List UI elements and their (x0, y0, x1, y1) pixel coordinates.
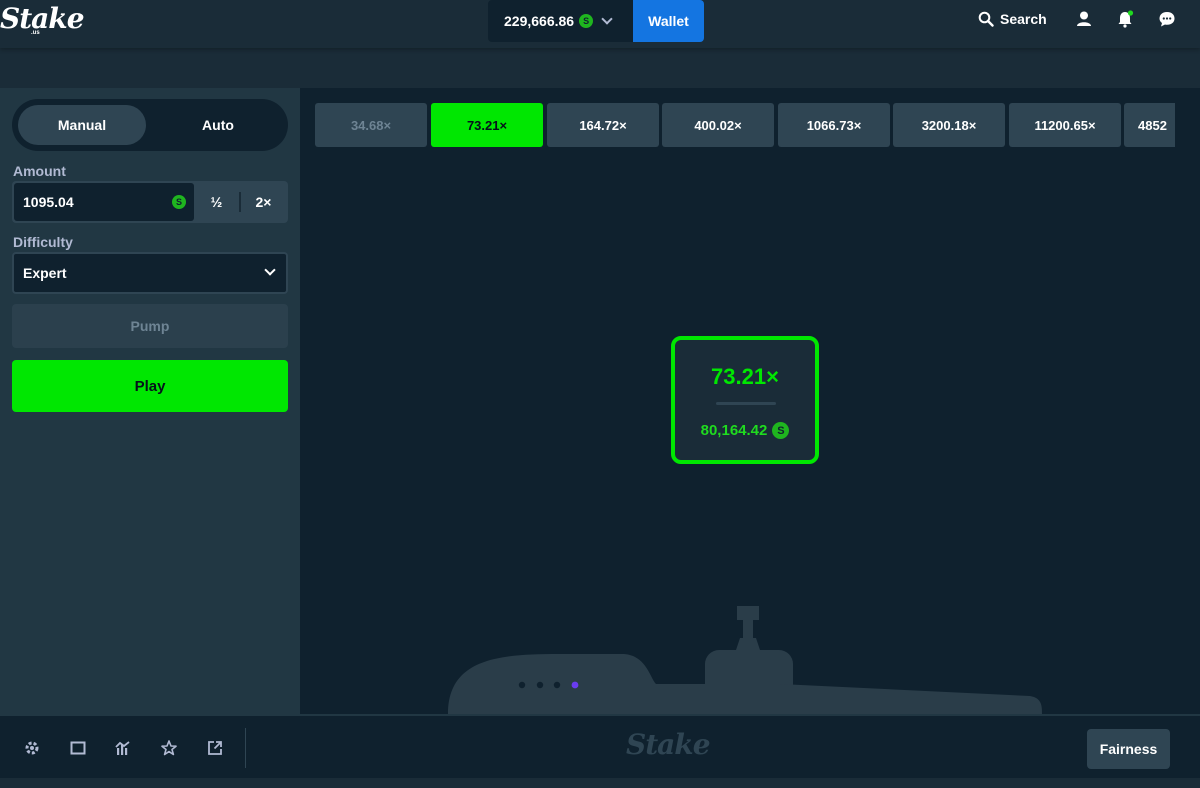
fairness-button[interactable]: Fairness (1087, 729, 1170, 769)
search-icon (978, 11, 994, 27)
amount-label: Amount (13, 163, 66, 179)
chevron-down-icon (264, 264, 276, 276)
notification-bell-icon[interactable] (1115, 9, 1135, 29)
win-result-card: 73.21× 80,164.42 S (671, 336, 819, 464)
difficulty-select[interactable]: Expert (12, 252, 288, 294)
multiplier-tile: 11200.65× (1009, 103, 1121, 147)
bet-amount-value: 1095.04 (23, 194, 74, 210)
popout-icon[interactable] (206, 739, 224, 757)
win-payout: 80,164.42 S (675, 422, 815, 439)
search-label: Search (1000, 11, 1047, 27)
multiplier-tile: 1066.73× (778, 103, 890, 147)
tab-auto[interactable]: Auto (154, 105, 282, 145)
submarine-graphic (448, 606, 1042, 714)
live-stats-icon[interactable] (114, 739, 132, 757)
difficulty-value: Expert (23, 265, 67, 281)
bet-control-panel: Manual Auto Amount 1095.04 S ½ 2× Diffic… (0, 88, 300, 714)
sweeps-coin-icon: S (579, 14, 594, 28)
double-amount-button[interactable]: 2× (241, 181, 286, 223)
result-divider (716, 402, 776, 405)
theatre-mode-icon[interactable] (69, 739, 87, 757)
page-dot (536, 681, 544, 689)
multiplier-tile: 3200.18× (893, 103, 1005, 147)
win-multiplier: 73.21× (711, 364, 779, 389)
balance-amount: 229,666.86 (504, 13, 575, 29)
pump-button[interactable]: Pump (12, 304, 288, 348)
tab-manual[interactable]: Manual (18, 105, 146, 145)
wallet-button[interactable]: Wallet (633, 0, 704, 42)
stake-logo-region: .us (31, 30, 40, 36)
multiplier-strip: 34.68× 73.21× 164.72× 400.02× 1066.73× 3… (315, 103, 1175, 149)
page-dot (553, 681, 561, 689)
game-board: 34.68× 73.21× 164.72× 400.02× 1066.73× 3… (300, 88, 1200, 714)
half-amount-button[interactable]: ½ (194, 181, 239, 223)
amount-field-group: 1095.04 S ½ 2× (12, 181, 288, 223)
difficulty-label: Difficulty (13, 234, 73, 250)
footer-divider (245, 728, 246, 768)
top-navigation-bar: Stake .us 229,666.86 S Wallet Search (0, 0, 1200, 48)
chevron-down-icon (601, 13, 613, 25)
favorite-star-icon[interactable] (160, 739, 178, 757)
bet-mode-toggle: Manual Auto (12, 99, 288, 151)
play-button[interactable]: Play (12, 360, 288, 412)
sweeps-coin-icon: S (772, 422, 790, 439)
user-icon[interactable] (1074, 9, 1094, 29)
multiplier-tile: 4852 (1124, 103, 1175, 147)
page-dot (518, 681, 526, 689)
win-payout-amount: 80,164.42 (700, 422, 768, 439)
multiplier-tile: 34.68× (315, 103, 427, 147)
settings-icon[interactable] (23, 739, 41, 757)
game-footer-bar: Stake Fairness (0, 714, 1200, 778)
multiplier-tile-current: 73.21× (431, 103, 543, 147)
bet-amount-input[interactable]: 1095.04 S (14, 183, 194, 221)
multiplier-tile: 164.72× (547, 103, 659, 147)
stake-logo[interactable]: Stake (0, 2, 85, 35)
multiplier-tile: 400.02× (662, 103, 774, 147)
search-button[interactable]: Search (978, 9, 1047, 29)
balance-selector[interactable]: 229,666.86 S (488, 0, 634, 42)
chat-icon[interactable] (1157, 9, 1177, 29)
stake-footer-logo: Stake (626, 728, 711, 761)
page-dot-active (571, 681, 579, 689)
sweeps-coin-icon: S (172, 195, 186, 209)
